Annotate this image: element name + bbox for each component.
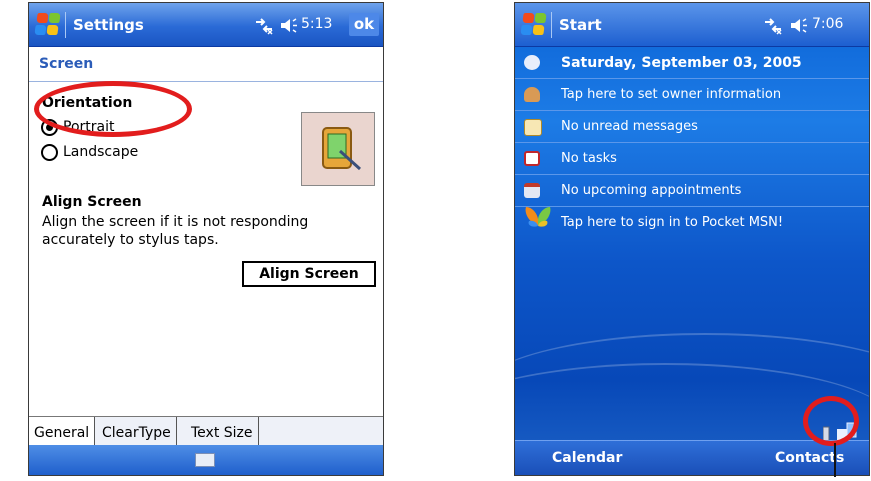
title-bar: Settings 5:13 ok	[29, 3, 383, 47]
device-orientation-icon	[322, 127, 362, 171]
app-title: Start	[559, 16, 602, 34]
menu-bar	[29, 445, 383, 475]
today-item-date[interactable]: Saturday, September 03, 2005	[515, 47, 869, 78]
windows-flag-icon[interactable]	[34, 12, 62, 38]
today-item-text[interactable]: No unread messages	[561, 119, 698, 134]
calendar-icon	[524, 183, 540, 198]
today-item-msn[interactable]: Tap here to sign in to Pocket MSN!	[515, 207, 869, 238]
clock-time[interactable]: 7:06	[812, 16, 843, 32]
align-screen-button[interactable]: Align Screen	[242, 261, 376, 287]
envelope-icon	[524, 119, 542, 136]
clock-time[interactable]: 5:13	[301, 16, 332, 32]
section-header: Screen	[29, 47, 383, 82]
msn-butterfly-icon	[525, 207, 551, 227]
tray-highlight-circle	[803, 396, 859, 446]
today-item-owner[interactable]: Tap here to set owner information	[515, 79, 869, 110]
connectivity-icon[interactable]	[763, 17, 783, 35]
align-screen-heading: Align Screen	[42, 194, 142, 210]
landscape-radio[interactable]	[41, 144, 58, 161]
today-item-text[interactable]: No tasks	[561, 151, 617, 166]
today-item-text[interactable]: No upcoming appointments	[561, 183, 741, 198]
title-separator	[551, 12, 552, 38]
title-bar: Start 7:06	[515, 3, 869, 47]
today-item-appointments[interactable]: No upcoming appointments	[515, 175, 869, 206]
calendar-softkey[interactable]: Calendar	[552, 450, 622, 466]
volume-icon[interactable]	[790, 17, 808, 34]
connectivity-icon[interactable]	[254, 17, 274, 35]
orientation-preview-image	[301, 112, 375, 186]
volume-icon[interactable]	[280, 17, 298, 34]
section-header-label: Screen	[39, 56, 94, 72]
today-item-text[interactable]: Tap here to sign in to Pocket MSN!	[561, 215, 783, 230]
title-separator	[65, 12, 66, 38]
today-item-messages[interactable]: No unread messages	[515, 111, 869, 142]
landscape-label[interactable]: Landscape	[63, 144, 138, 160]
settings-screen: Settings 5:13 ok Screen Orientation Port…	[28, 2, 384, 476]
windows-flag-icon[interactable]	[520, 12, 548, 38]
tasks-icon	[524, 151, 540, 166]
keyboard-icon[interactable]	[195, 453, 215, 467]
today-item-tasks[interactable]: No tasks	[515, 143, 869, 174]
annotation-pointer-line	[834, 443, 836, 477]
today-item-text[interactable]: Saturday, September 03, 2005	[561, 55, 802, 71]
today-item-text[interactable]: Tap here to set owner information	[561, 87, 781, 102]
ok-button[interactable]: ok	[349, 13, 379, 36]
align-screen-description: Align the screen if it is not responding…	[42, 214, 309, 248]
portrait-highlight-circle	[34, 81, 192, 137]
owner-icon	[524, 87, 540, 102]
clock-icon	[524, 55, 540, 70]
app-title: Settings	[73, 16, 144, 34]
soft-key-bar: Calendar Contacts	[515, 440, 869, 475]
